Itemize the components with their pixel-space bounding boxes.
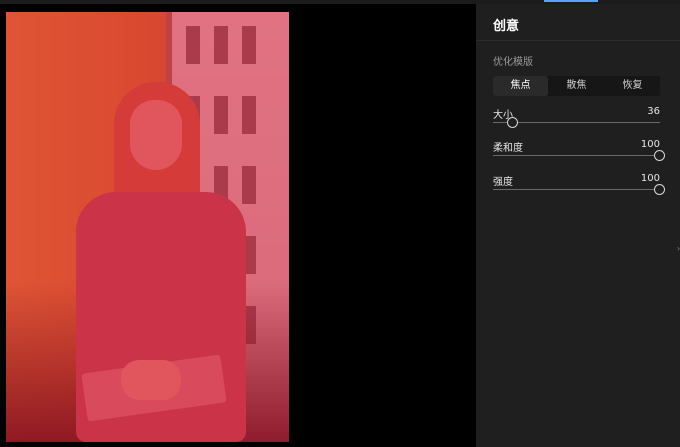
strength-thumb[interactable] (654, 184, 665, 195)
mode-segmented-control: 焦点 散焦 恢复 (493, 76, 660, 96)
panel-header: 创意 (476, 4, 680, 41)
section-label: 优化模版 (493, 57, 533, 68)
strength-track[interactable] (493, 189, 660, 190)
size-slider: 大小 36 (493, 106, 660, 136)
size-track[interactable] (493, 122, 660, 123)
softness-value: 100 (640, 139, 660, 150)
softness-label: 柔和度 (493, 143, 523, 154)
photo[interactable] (6, 12, 289, 442)
strength-slider: 强度 100 (493, 173, 665, 203)
image-canvas[interactable] (0, 4, 476, 447)
size-value: 36 (647, 106, 660, 117)
size-thumb[interactable] (507, 117, 519, 128)
panel-title: 创意 (493, 19, 520, 34)
mode-defocus-button[interactable]: 散焦 (549, 76, 604, 96)
mode-focus-button[interactable]: 焦点 (493, 76, 548, 96)
creative-panel: 创意 优化模版 焦点 散焦 恢复 大小 36 柔和度 100 强度 100 (476, 4, 680, 447)
strength-label: 强度 (493, 177, 513, 188)
softness-track[interactable] (493, 155, 660, 156)
active-tab-indicator (544, 0, 598, 2)
mode-restore-button[interactable]: 恢复 (605, 76, 660, 96)
strength-value: 100 (640, 173, 660, 184)
softness-slider: 柔和度 100 (493, 139, 665, 169)
softness-thumb[interactable] (654, 150, 665, 161)
mask-overlay (6, 12, 289, 442)
